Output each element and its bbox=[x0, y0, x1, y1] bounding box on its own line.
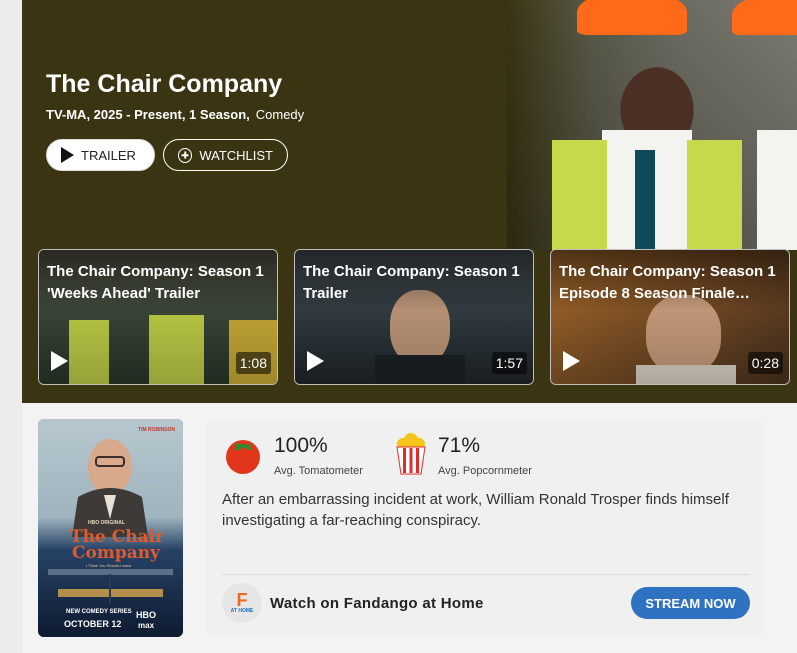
poster-brand-hbo: HBO bbox=[136, 610, 156, 620]
poster-tagline: I Think You Should Leave bbox=[86, 563, 132, 568]
stream-now-button[interactable]: STREAM NOW bbox=[631, 587, 750, 619]
video-card[interactable]: The Chair Company: Season 1 'Weeks Ahead… bbox=[38, 249, 278, 385]
video-duration: 1:57 bbox=[491, 352, 527, 374]
poster-network-line: HBO ORIGINAL bbox=[88, 520, 125, 526]
popcorn-icon bbox=[396, 433, 426, 475]
popcornmeter-value: 71% bbox=[438, 434, 481, 457]
tomatometer-label: Avg. Tomatometer bbox=[274, 465, 363, 477]
video-title: The Chair Company: Season 1 'Weeks Ahead… bbox=[47, 263, 264, 302]
plus-circle-icon bbox=[178, 147, 193, 163]
watchlist-button-label: WATCHLIST bbox=[199, 147, 273, 163]
hero-backdrop-image bbox=[507, 0, 797, 250]
poster-brand-max: max bbox=[138, 621, 155, 630]
video-title: The Chair Company: Season 1 Episode 8 Se… bbox=[559, 263, 776, 302]
video-duration: 0:28 bbox=[747, 352, 783, 374]
poster-series: NEW COMEDY SERIES bbox=[66, 609, 132, 615]
play-icon bbox=[51, 351, 68, 371]
play-icon bbox=[563, 351, 580, 371]
video-duration: 1:08 bbox=[235, 352, 271, 374]
synopsis: After an embarrassing incident at work, … bbox=[222, 491, 729, 529]
video-card[interactable]: The Chair Company: Season 1 Trailer 1:57 bbox=[294, 249, 534, 385]
tomato-icon bbox=[226, 440, 260, 474]
trailer-button[interactable]: TRAILER bbox=[46, 139, 155, 171]
poster-actor: TIM ROBINSON bbox=[138, 427, 175, 433]
fandango-logo-mark: F bbox=[236, 590, 248, 610]
fandango-logo-sub: AT HOME bbox=[230, 608, 254, 614]
tomatometer-value: 100% bbox=[274, 434, 328, 457]
play-icon bbox=[307, 351, 324, 371]
fandango-at-home-logo: F AT HOME bbox=[222, 583, 262, 623]
video-title: The Chair Company: Season 1 Trailer bbox=[303, 263, 520, 302]
play-icon bbox=[61, 147, 74, 163]
hero-banner: The Chair Company TV-MA, 2025 - Present,… bbox=[22, 0, 797, 403]
show-meta: TV-MA, 2025 - Present, 1 Season, Comedy bbox=[46, 107, 304, 122]
video-card[interactable]: The Chair Company: Season 1 Episode 8 Se… bbox=[550, 249, 790, 385]
left-rail bbox=[0, 0, 22, 653]
tomatometer-score[interactable]: 100% Avg. Tomatometer bbox=[222, 433, 363, 477]
show-poster[interactable]: TIM ROBINSON HBO ORIGINAL The Chair Comp… bbox=[38, 419, 183, 637]
watchlist-button[interactable]: WATCHLIST bbox=[163, 139, 288, 171]
popcornmeter-label: Avg. Popcornmeter bbox=[438, 465, 532, 477]
show-title: The Chair Company bbox=[46, 70, 283, 98]
page: The Chair Company TV-MA, 2025 - Present,… bbox=[0, 0, 797, 653]
watch-provider-text: Watch on Fandango at Home bbox=[270, 595, 484, 612]
show-meta-info: TV-MA, 2025 - Present, 1 Season, bbox=[46, 107, 250, 122]
trailer-button-label: TRAILER bbox=[81, 147, 136, 163]
show-genre[interactable]: Comedy bbox=[256, 107, 304, 122]
info-card: 100% Avg. Tomatometer 71% Avg. Popcornme… bbox=[206, 419, 766, 637]
poster-date: OCTOBER 12 bbox=[64, 619, 122, 629]
divider bbox=[222, 574, 750, 575]
poster-title-line2: Company bbox=[72, 543, 160, 563]
popcornmeter-score[interactable]: 71% Avg. Popcornmeter bbox=[394, 433, 532, 477]
